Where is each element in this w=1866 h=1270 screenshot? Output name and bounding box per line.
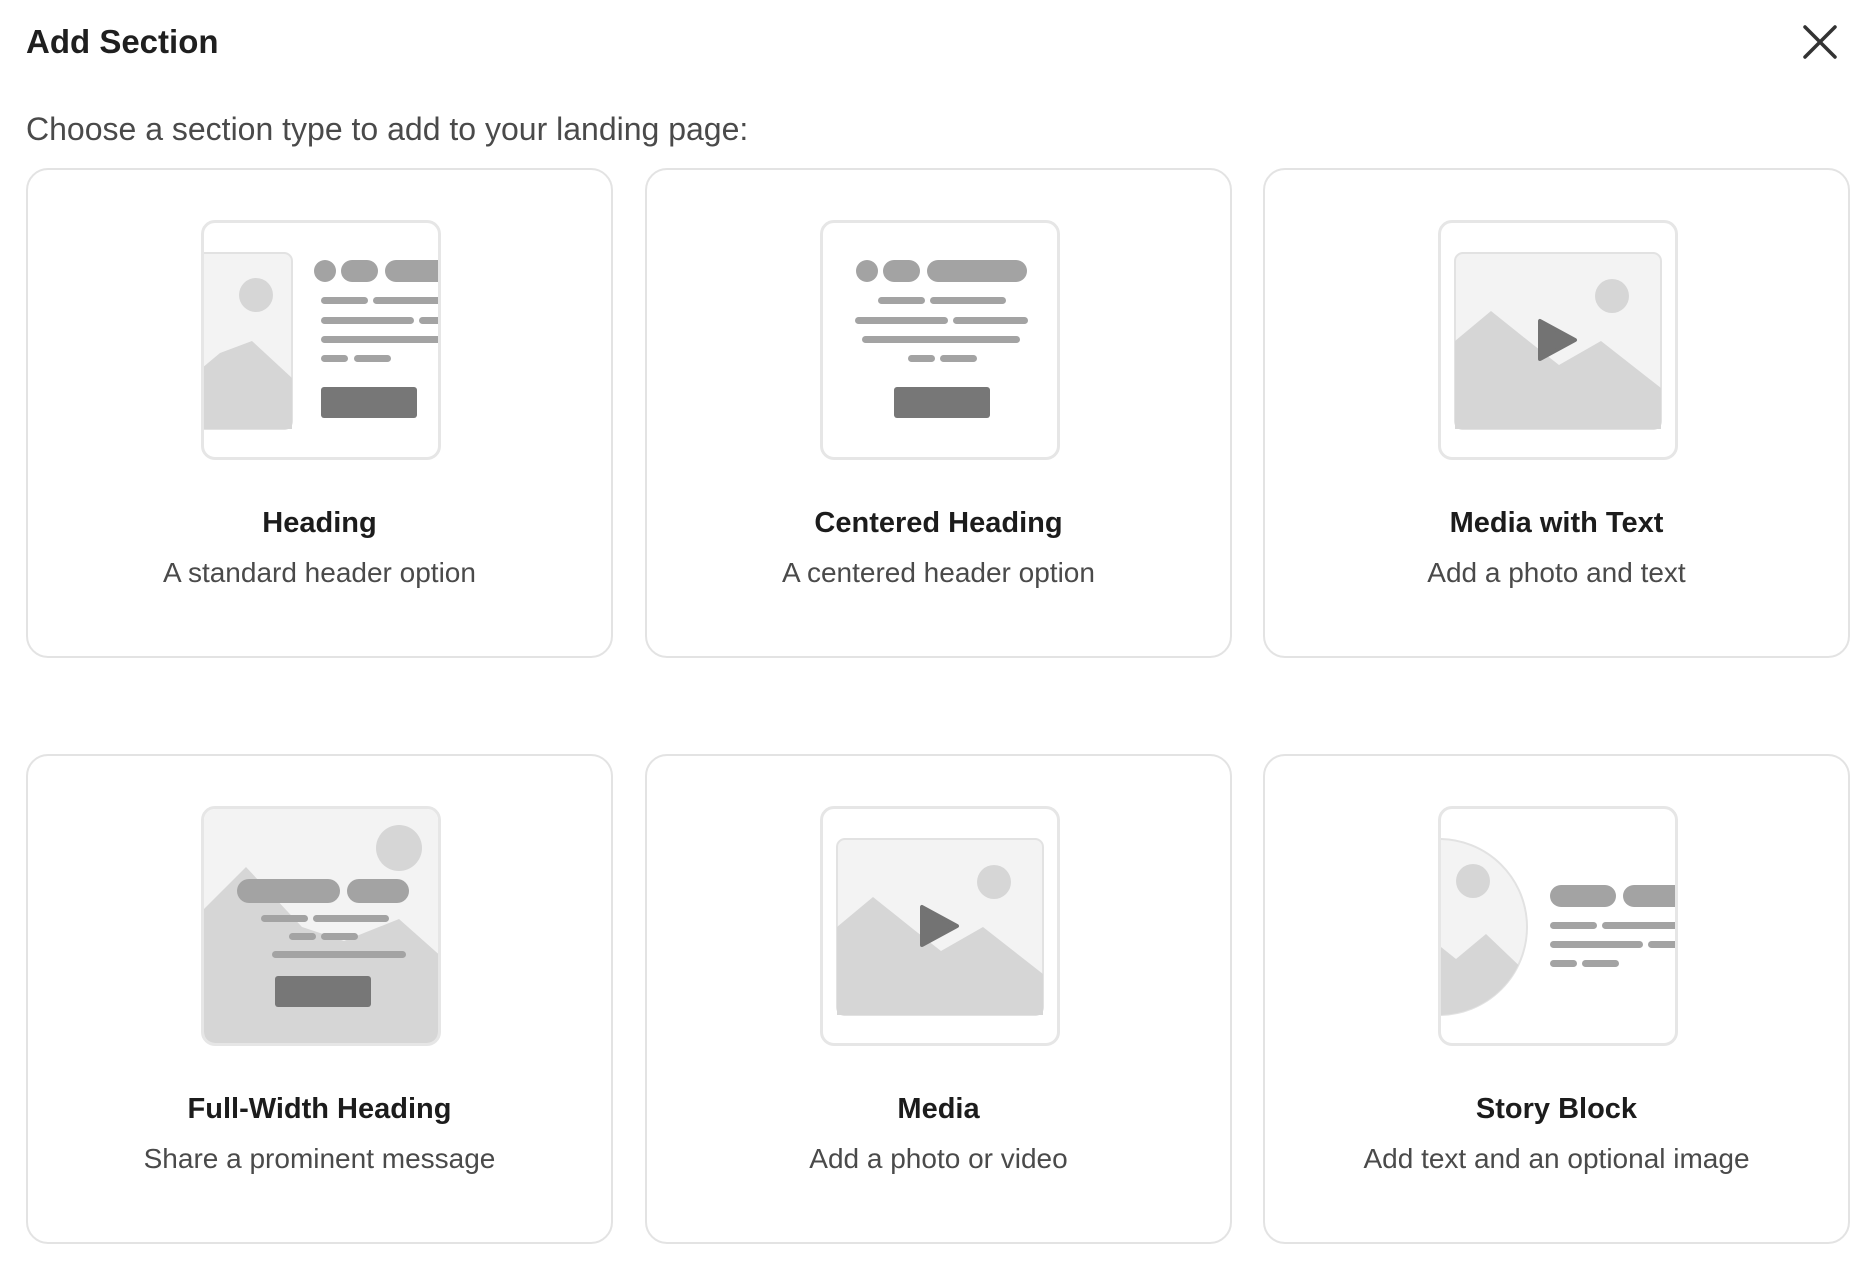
section-description: A standard header option	[163, 557, 476, 588]
section-title: Heading	[262, 507, 377, 539]
section-option-media-with-text[interactable]: Media with Text Add a photo and text	[1263, 168, 1850, 658]
section-option-media[interactable]: Media Add a photo or video	[645, 754, 1232, 1244]
section-title: Story Block	[1475, 1093, 1638, 1125]
media-layout-icon	[820, 806, 1060, 1046]
section-description: Add text and an optional image	[1363, 1143, 1750, 1174]
heading-layout-icon	[201, 220, 441, 460]
section-title: Centered Heading	[814, 507, 1063, 539]
dialog-title: Add Section	[26, 23, 219, 60]
section-description: Add a photo or video	[809, 1143, 1068, 1174]
section-title: Full-Width Heading	[187, 1093, 452, 1125]
centered-heading-layout-icon	[820, 220, 1060, 460]
section-option-full-width-heading[interactable]: Full-Width Heading Share a prominent mes…	[26, 754, 613, 1244]
dialog-subtitle: Choose a section type to add to your lan…	[26, 111, 749, 147]
section-description: Add a photo and text	[1427, 557, 1686, 588]
section-option-centered-heading[interactable]: Centered Heading A centered header optio…	[645, 168, 1232, 658]
section-option-story-block[interactable]: Story Block Add text and an optional ima…	[1263, 754, 1850, 1244]
full-width-heading-layout-icon	[201, 806, 441, 1046]
close-icon	[1803, 25, 1837, 59]
close-button[interactable]	[1796, 18, 1844, 66]
media-with-text-layout-icon	[1438, 220, 1678, 460]
section-description: A centered header option	[782, 557, 1095, 588]
section-description: Share a prominent message	[143, 1143, 496, 1174]
story-block-layout-icon	[1438, 806, 1678, 1046]
section-title: Media	[897, 1093, 980, 1125]
section-title: Media with Text	[1449, 507, 1664, 539]
section-option-heading[interactable]: Heading A standard header option	[26, 168, 613, 658]
